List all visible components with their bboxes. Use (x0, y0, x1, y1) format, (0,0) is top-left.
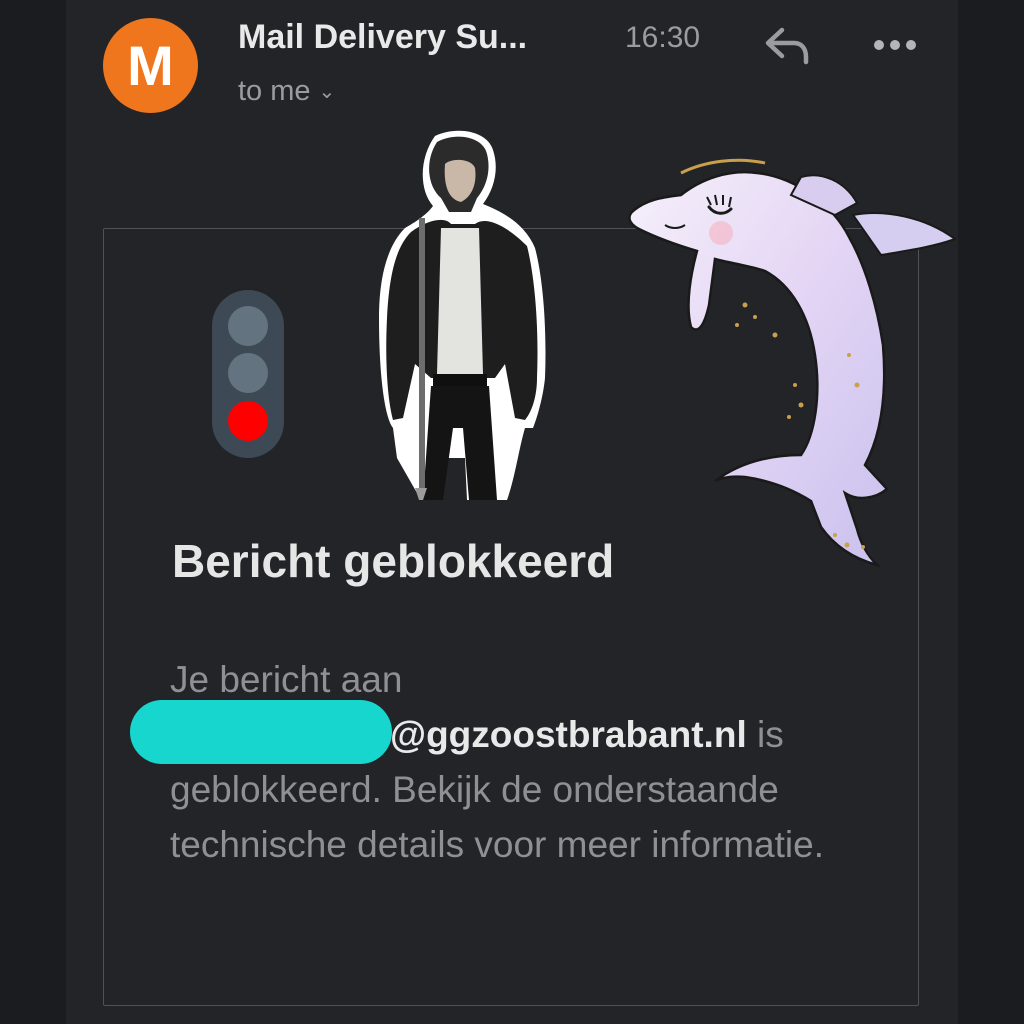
redaction-overlay (130, 700, 392, 764)
sender-name[interactable]: Mail Delivery Su... (238, 18, 527, 57)
body-prefix: Je bericht aan (170, 659, 403, 700)
more-options-icon[interactable] (870, 34, 920, 56)
singer-sticker (379, 130, 546, 500)
message-title: Bericht geblokkeerd (172, 535, 615, 587)
traffic-lamp-red (228, 401, 268, 441)
chevron-down-icon: ⌄ (318, 81, 336, 103)
traffic-light-icon (212, 290, 284, 458)
traffic-lamp-top (228, 306, 268, 346)
recipient-domain[interactable]: @ggzoostbrabant.nl (390, 714, 747, 755)
traffic-lamp-middle (228, 353, 268, 393)
sender-avatar[interactable]: M (103, 18, 198, 113)
reply-icon[interactable] (762, 24, 814, 68)
recipient-toggle[interactable]: to me ⌄ (238, 75, 335, 108)
recipient-label: to me (238, 75, 311, 107)
message-time: 16:30 (625, 21, 701, 54)
dolphin-sticker (628, 158, 958, 568)
